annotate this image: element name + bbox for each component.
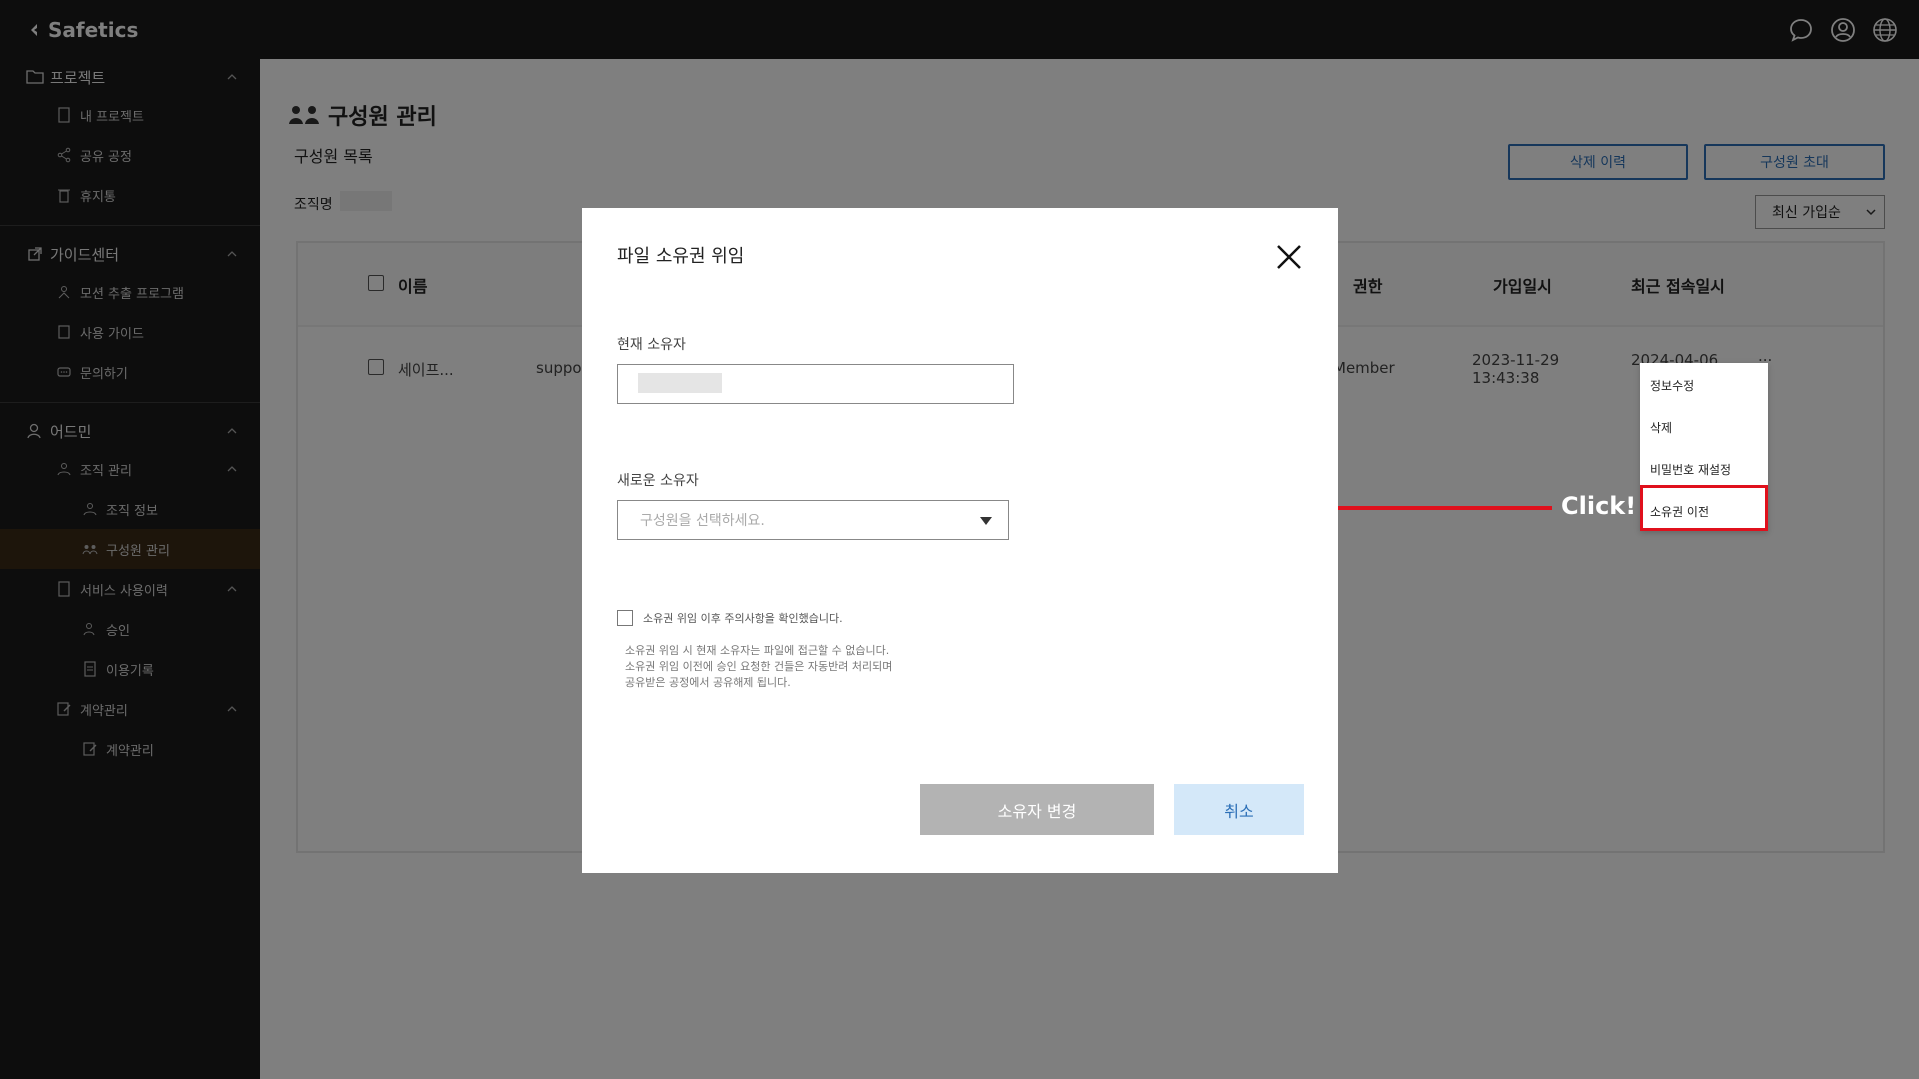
menu-item-edit-info[interactable]: 정보수정 xyxy=(1650,377,1694,394)
transfer-ownership-modal: 파일 소유권 위임 현재 소유자 새로운 소유자 구성원을 선택하세요. 소유권… xyxy=(582,208,1338,873)
notice-line: 공유받은 공정에서 공유해제 됩니다. xyxy=(625,676,791,689)
agree-checkbox-row[interactable]: 소유권 위임 이후 주의사항을 확인했습니다. xyxy=(617,610,843,626)
menu-item-delete[interactable]: 삭제 xyxy=(1650,419,1672,436)
close-icon[interactable] xyxy=(1274,242,1304,272)
current-owner-value xyxy=(638,373,722,393)
click-annotation: Click! xyxy=(1561,492,1637,520)
current-owner-field xyxy=(617,364,1014,404)
current-owner-label: 현재 소유자 xyxy=(617,337,686,353)
agree-checkbox[interactable] xyxy=(617,610,633,626)
menu-item-reset-password[interactable]: 비밀번호 재설정 xyxy=(1650,461,1731,478)
cancel-button[interactable]: 취소 xyxy=(1174,784,1304,835)
new-owner-label: 새로운 소유자 xyxy=(617,473,699,489)
caret-down-icon xyxy=(980,517,992,525)
agree-text: 소유권 위임 이후 주의사항을 확인했습니다. xyxy=(643,612,843,625)
notice-line: 소유권 위임 이전에 승인 요청한 건들은 자동반려 처리되며 xyxy=(625,660,893,673)
highlight-box xyxy=(1640,485,1768,531)
change-owner-button[interactable]: 소유자 변경 xyxy=(920,784,1154,835)
notice-line: 소유권 위임 시 현재 소유자는 파일에 접근할 수 없습니다. xyxy=(625,644,890,657)
new-owner-select[interactable]: 구성원을 선택하세요. xyxy=(617,500,1009,540)
new-owner-placeholder: 구성원을 선택하세요. xyxy=(640,513,765,529)
modal-title: 파일 소유권 위임 xyxy=(617,246,745,267)
notice-text: 소유권 위임 시 현재 소유자는 파일에 접근할 수 없습니다. 소유권 위임 … xyxy=(625,643,892,691)
